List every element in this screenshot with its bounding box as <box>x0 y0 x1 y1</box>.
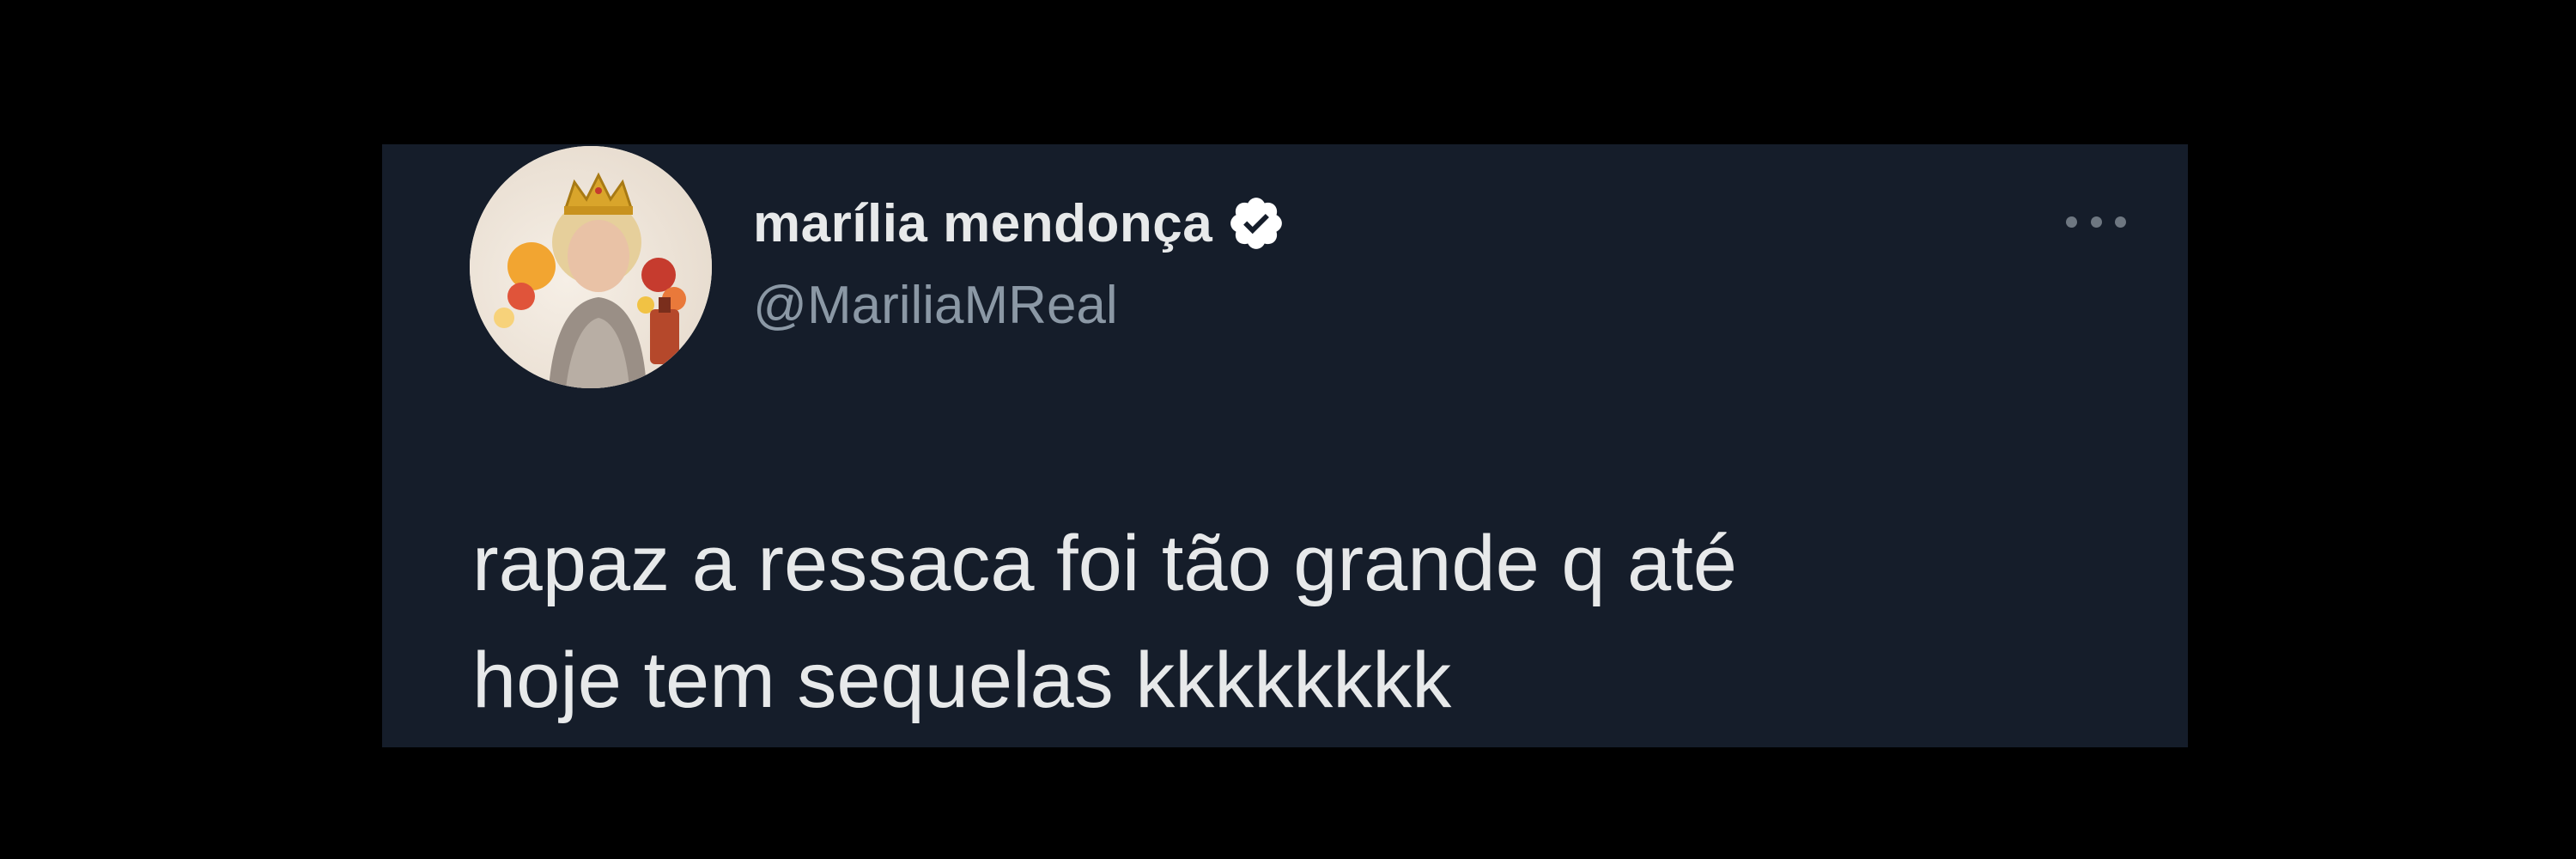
verified-badge-icon <box>1226 193 1286 253</box>
avatar-photo-icon <box>470 146 712 388</box>
tweet-text-line: rapaz a ressaca foi tão grande q até <box>472 520 1737 607</box>
more-dot <box>2115 216 2126 228</box>
more-dot <box>2090 216 2102 228</box>
author-name-row[interactable]: marília mendonça <box>753 189 1286 258</box>
tweet-card[interactable]: marília mendonça @MariliaMReal rapaz a r… <box>382 144 2188 747</box>
author-handle[interactable]: @MariliaMReal <box>753 275 1118 336</box>
author-display-name[interactable]: marília mendonça <box>753 193 1212 254</box>
page: marília mendonça @MariliaMReal rapaz a r… <box>0 0 2576 859</box>
more-dot <box>2066 216 2077 228</box>
tweet-text: rapaz a ressaca foi tão grande q até hoj… <box>472 505 2104 739</box>
avatar[interactable] <box>470 146 712 388</box>
tweet-text-line: hoje tem sequelas kkkkkkkk <box>472 637 1452 724</box>
more-options-icon[interactable] <box>2066 204 2126 239</box>
